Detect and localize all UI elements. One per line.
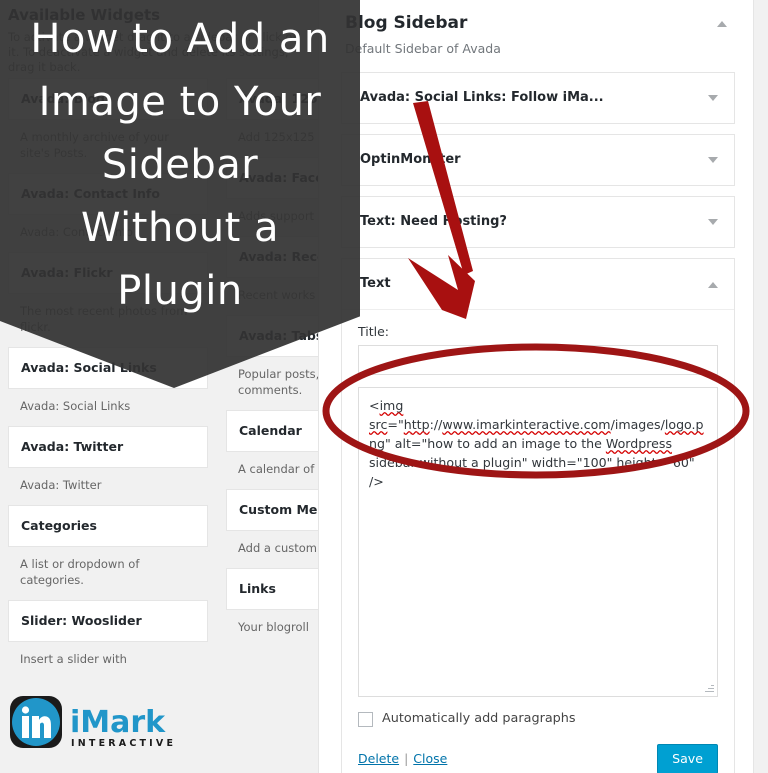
widget-card[interactable]: Links Your blogroll xyxy=(226,568,320,635)
widget-card-description: Add a custom m sidebar. xyxy=(238,541,320,555)
caret-down-glyph xyxy=(708,95,718,101)
widget-card-description: Avada: Social Links xyxy=(20,399,131,413)
caret-up-glyph xyxy=(708,282,718,288)
blog-sidebar-header: Blog Sidebar Default Sidebar of Avada xyxy=(319,0,753,58)
caret-up-icon[interactable] xyxy=(706,277,722,293)
widget-card-description: Your blogroll xyxy=(238,620,309,634)
caret-down-icon[interactable] xyxy=(706,214,722,230)
widget-card-description: Avada: Twitter xyxy=(20,478,102,492)
widget-card-title[interactable]: Avada: Twitter xyxy=(8,426,208,468)
logo-brand-text: iMark xyxy=(70,705,166,740)
logo-tagline-text: INTERACTIVE xyxy=(71,738,176,749)
screenshot-root: Available Widgets To activate a widget d… xyxy=(0,0,768,773)
widget-card-description: A list or dropdown of categories. xyxy=(20,557,140,587)
red-down-arrow-icon xyxy=(408,101,475,319)
widget-card-title[interactable]: Categories xyxy=(8,505,208,547)
blog-sidebar-subtitle: Default Sidebar of Avada xyxy=(345,41,501,56)
caret-down-icon[interactable] xyxy=(706,90,722,106)
text-widget-links: Delete | Close xyxy=(358,751,447,767)
widget-card-title[interactable]: Links xyxy=(226,568,320,610)
widget-card[interactable]: Slider: Wooslider Insert a slider with xyxy=(8,600,208,667)
widget-card-title[interactable]: Calendar xyxy=(226,410,320,452)
widget-card-description: A calendar of yo Posts. xyxy=(238,462,320,476)
caret-up-icon[interactable] xyxy=(715,16,731,32)
widget-card[interactable]: Avada: Twitter Avada: Twitter xyxy=(8,426,208,493)
caret-down-icon[interactable] xyxy=(706,152,722,168)
widget-card[interactable]: Custom Menu Add a custom m sidebar. xyxy=(226,489,320,556)
auto-paragraphs-label: Automatically add paragraphs xyxy=(382,711,576,726)
close-link[interactable]: Close xyxy=(413,751,447,766)
text-widget-actions: Delete | Close Save xyxy=(358,744,718,773)
widget-card-description: Insert a slider with xyxy=(20,652,127,666)
caret-up-glyph xyxy=(717,21,727,27)
link-separator: | xyxy=(404,751,409,766)
imark-interactive-logo: iMark INTERACTIVE xyxy=(10,696,176,749)
title-overlay-ribbon xyxy=(0,0,360,388)
widget-card[interactable]: Calendar A calendar of yo Posts. xyxy=(226,410,320,477)
red-ellipse-highlight-icon xyxy=(322,343,750,479)
auto-paragraphs-row: Automatically add paragraphs xyxy=(358,711,718,727)
widget-card-title[interactable]: Custom Menu xyxy=(226,489,320,531)
delete-link[interactable]: Delete xyxy=(358,751,399,766)
blog-sidebar-title: Blog Sidebar xyxy=(345,13,468,33)
widget-card[interactable]: Categories A list or dropdown of categor… xyxy=(8,505,208,588)
widget-card-description: Popular posts, r and comments. xyxy=(238,367,320,397)
save-button[interactable]: Save xyxy=(657,744,718,773)
caret-down-glyph xyxy=(708,219,718,225)
auto-paragraphs-checkbox[interactable] xyxy=(358,711,373,727)
caret-down-glyph xyxy=(708,157,718,163)
textarea-resize-handle[interactable] xyxy=(703,682,716,695)
widget-card-title[interactable]: Slider: Wooslider xyxy=(8,600,208,642)
